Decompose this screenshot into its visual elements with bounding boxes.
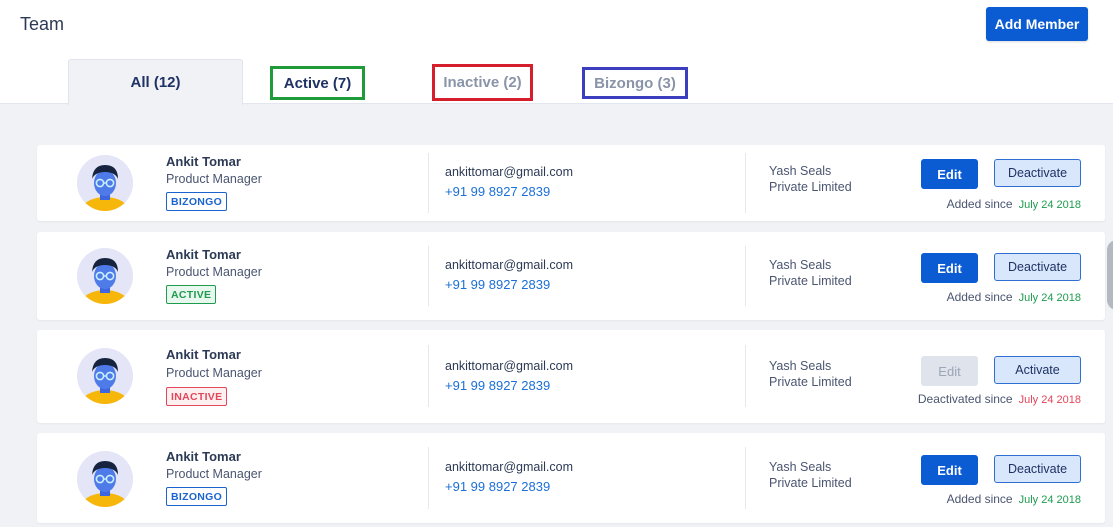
member-role: Product Manager [166,366,262,380]
member-email: ankittomar@gmail.com [445,359,574,373]
member-name: Ankit Tomar [166,154,241,169]
member-email: ankittomar@gmail.com [445,258,574,272]
page-title: Team [20,14,65,34]
avatar-icon [77,248,133,304]
scrollbar-thumb[interactable] [1107,240,1113,310]
column-divider [428,246,429,306]
company-line: Yash Seals [769,164,832,178]
added-since: Added since July 24 2018 [947,290,1081,304]
deactivate-button[interactable]: Deactivate [994,455,1081,483]
deactivated-since: Deactivated since July 24 2018 [918,392,1081,406]
company-line: Yash Seals [769,359,832,373]
added-since: Added since July 24 2018 [947,197,1081,211]
member-card: Ankit Tomar Product Manager BIZONGO anki… [37,145,1105,221]
since-label: Added since [946,492,1013,506]
edit-button[interactable]: Edit [921,159,978,189]
status-badge: BIZONGO [166,192,228,211]
status-badge: BIZONGO [166,487,228,506]
column-divider [428,345,429,407]
avatar-icon [77,155,133,211]
member-phone[interactable]: +91 99 8927 2839 [445,277,550,292]
member-company: Yash Seals Private Limited [769,163,879,195]
tab-inactive[interactable]: Inactive (2) [432,64,533,101]
edit-button[interactable]: Edit [921,455,978,485]
since-date: July 24 2018 [1018,199,1081,211]
since-date: July 24 2018 [1018,394,1081,406]
column-divider [745,153,746,213]
member-role: Product Manager [166,265,262,279]
column-divider [428,153,429,213]
status-badge: ACTIVE [166,285,217,304]
member-email: ankittomar@gmail.com [445,165,574,179]
member-company: Yash Seals Private Limited [769,459,879,491]
column-divider [428,447,429,509]
member-phone[interactable]: +91 99 8927 2839 [445,184,550,199]
company-line: Private Limited [769,375,852,389]
company-line: Private Limited [769,180,852,194]
member-company: Yash Seals Private Limited [769,358,879,390]
company-line: Private Limited [769,476,852,490]
member-role: Product Manager [166,467,262,481]
tab-all[interactable]: All (12) [68,59,243,105]
member-email: ankittomar@gmail.com [445,460,574,474]
add-member-button[interactable]: Add Member [986,7,1088,41]
member-phone[interactable]: +91 99 8927 2839 [445,479,550,494]
tab-bizongo[interactable]: Bizongo (3) [582,67,688,99]
member-phone[interactable]: +91 99 8927 2839 [445,378,550,393]
since-label: Added since [946,290,1013,304]
edit-button[interactable]: Edit [921,253,978,283]
since-date: July 24 2018 [1018,292,1081,304]
since-label: Deactivated since [917,392,1013,406]
deactivate-button[interactable]: Deactivate [994,159,1081,187]
since-date: July 24 2018 [1018,494,1081,506]
company-line: Private Limited [769,274,852,288]
member-name: Ankit Tomar [166,247,241,262]
company-line: Yash Seals [769,460,832,474]
avatar-icon [77,451,133,507]
column-divider [745,447,746,509]
column-divider [745,246,746,306]
deactivate-button[interactable]: Deactivate [994,253,1081,281]
member-card: Ankit Tomar Product Manager ACTIVE ankit… [37,232,1105,320]
column-divider [745,345,746,407]
tab-active[interactable]: Active (7) [270,66,365,100]
edit-button[interactable]: Edit [921,356,978,386]
avatar-icon [77,348,133,404]
member-company: Yash Seals Private Limited [769,257,879,289]
member-role: Product Manager [166,172,262,186]
member-card: Ankit Tomar Product Manager BIZONGO anki… [37,433,1105,523]
since-label: Added since [946,197,1013,211]
member-name: Ankit Tomar [166,347,241,362]
member-card: Ankit Tomar Product Manager INACTIVE ank… [37,330,1105,423]
company-line: Yash Seals [769,258,832,272]
member-name: Ankit Tomar [166,449,241,464]
status-badge: INACTIVE [166,387,228,406]
added-since: Added since July 24 2018 [947,492,1081,506]
activate-button[interactable]: Activate [994,356,1081,384]
